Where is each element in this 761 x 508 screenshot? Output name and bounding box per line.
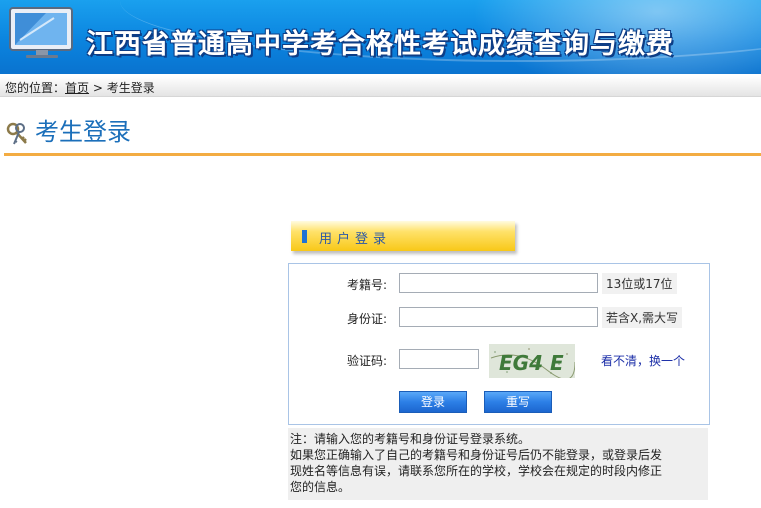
section-header: 考生登录 — [4, 110, 761, 154]
keys-icon — [6, 122, 27, 145]
note-line-1: 注：请输入您的考籍号和身份证号登录系统。 — [290, 432, 531, 446]
page-title: 考生登录 — [35, 118, 131, 146]
note-line-2: 如果您正确输入了自己的考籍号和身份证号后仍不能登录，或登录后发 — [290, 448, 663, 462]
login-note: 注：请输入您的考籍号和身份证号登录系统。 如果您正确输入了自己的考籍号和身份证号… — [288, 428, 708, 500]
login-form: 考籍号: 13位或17位 身份证: 若含X,需大写 验证码: EG4 E 看不清… — [288, 263, 710, 425]
login-button[interactable]: 登录 — [399, 391, 467, 413]
captcha-label: 验证码: — [346, 354, 387, 368]
reset-button[interactable]: 重写 — [484, 391, 552, 413]
title-divider — [4, 153, 761, 156]
exam-no-hint: 13位或17位 — [602, 273, 677, 294]
captcha-input[interactable] — [399, 349, 479, 369]
id-no-hint: 若含X,需大写 — [602, 307, 683, 328]
note-line-3: 现姓名等信息有误，请联系您所在的学校，学校会在规定的时段内修正 — [290, 464, 663, 478]
exam-no-input[interactable] — [399, 273, 598, 293]
captcha-image[interactable]: EG4 E — [489, 344, 575, 378]
breadcrumb-current: 考生登录 — [106, 81, 155, 95]
breadcrumb-separator: > — [89, 81, 107, 95]
tab-marker — [302, 230, 307, 243]
breadcrumb-home-link[interactable]: 首页 — [65, 81, 89, 95]
id-no-label: 身份证: — [346, 312, 387, 326]
computer-monitor-icon — [9, 7, 73, 58]
banner-title: 江西省普通高中学考合格性考试成绩查询与缴费 — [86, 29, 674, 60]
note-line-4: 您的信息。 — [290, 480, 351, 494]
breadcrumb: 您的位置：首页 > 考生登录 — [0, 76, 761, 97]
refresh-captcha-link[interactable]: 看不清，换一个 — [601, 352, 685, 369]
breadcrumb-prefix: 您的位置： — [5, 81, 66, 95]
id-no-input[interactable] — [399, 307, 598, 327]
captcha-text: EG4 E — [499, 351, 564, 375]
header-banner: 江西省普通高中学考合格性考试成绩查询与缴费 — [0, 0, 761, 74]
breadcrumb-text: 您的位置：首页 > 考生登录 — [5, 79, 155, 96]
exam-no-label: 考籍号: — [346, 278, 387, 292]
login-tab: 用户登录 — [291, 221, 515, 251]
login-tab-label: 用户登录 — [319, 232, 392, 247]
